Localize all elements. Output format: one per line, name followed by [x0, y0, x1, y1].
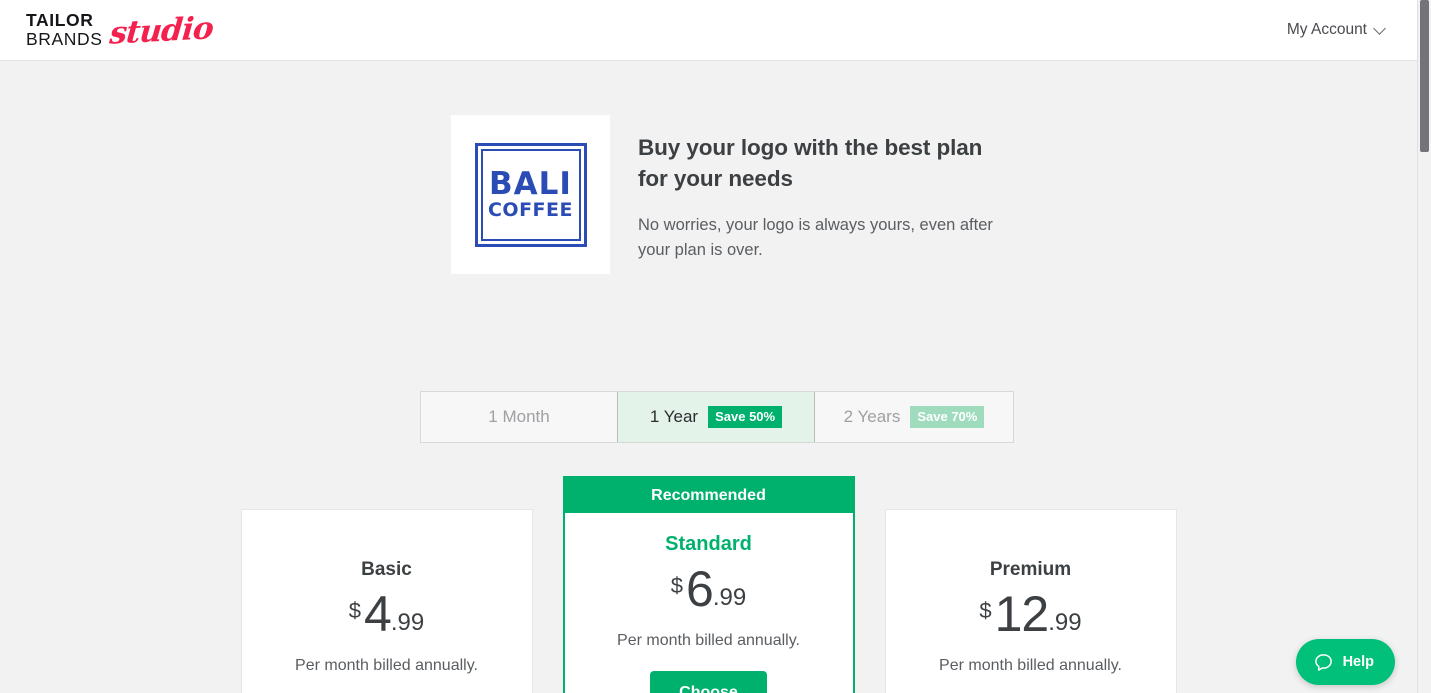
brand-logo-line2: BRANDS [26, 29, 103, 49]
logo-preview-line1: BALI [489, 166, 572, 202]
chat-bubble-icon [1314, 653, 1332, 671]
chevron-down-icon [1373, 21, 1386, 35]
page-subtitle: No worries, your logo is always yours, e… [638, 216, 993, 260]
period-option-2-years-badge: Save 70% [910, 406, 985, 428]
page-scrollbar[interactable] [1417, 0, 1431, 693]
period-option-2-years-label: 2 Years [843, 407, 901, 426]
brand-logo-wordmark: TAILOR BRANDS [26, 9, 103, 49]
plan-price-whole: 4 [364, 586, 392, 642]
plan-name-premium: Premium [989, 559, 1072, 580]
help-widget-button[interactable]: Help [1295, 639, 1395, 685]
brand-logo-script: studio [107, 9, 214, 52]
hero-text-block: Buy your logo with the best plan for you… [638, 115, 1018, 263]
period-option-1-year-label: 1 Year [649, 407, 699, 426]
plan-price-currency: $ [670, 573, 684, 598]
choose-button-standard[interactable]: Choose [650, 671, 767, 693]
plan-price-basic: $ 4 .99 [242, 589, 532, 639]
page-body: BALI COFFEE Buy your logo with the best … [0, 61, 1417, 693]
period-option-1-year[interactable]: 1 Year Save 50% [617, 392, 815, 442]
plan-price-whole: 12 [994, 586, 1050, 642]
scrollbar-thumb[interactable] [1420, 0, 1429, 152]
billing-period-toggle[interactable]: 1 Month 1 Year Save 50% 2 Years Save 70% [420, 391, 1014, 443]
plan-name-basic: Basic [361, 559, 412, 580]
logo-preview-line2: COFFEE [487, 199, 573, 221]
hero-section: BALI COFFEE Buy your logo with the best … [0, 61, 1417, 274]
period-option-1-month[interactable]: 1 Month [421, 392, 617, 442]
top-header: TAILOR BRANDS studio My Account [0, 0, 1417, 61]
logo-preview-card: BALI COFFEE [451, 115, 610, 274]
plan-billing-note-premium: Per month billed annually. [939, 657, 1122, 674]
plan-price-cents: .99 [390, 609, 425, 636]
plan-price-cents: .99 [712, 584, 747, 611]
plan-price-standard: $ 6 .99 [565, 564, 853, 614]
recommended-ribbon: Recommended [564, 478, 853, 513]
plan-price-currency: $ [979, 598, 992, 623]
brand-logo[interactable]: TAILOR BRANDS studio [26, 9, 214, 52]
period-option-1-month-label: 1 Month [488, 407, 550, 426]
plan-card-basic: Basic $ 4 .99 Per month billed annually.… [240, 509, 533, 693]
pricing-plans: Basic $ 4 .99 Per month billed annually.… [0, 476, 1417, 693]
my-account-menu[interactable]: My Account [1286, 21, 1386, 39]
plan-price-cents: .99 [1048, 609, 1082, 636]
my-account-label: My Account [1286, 21, 1367, 38]
plan-card-premium: Premium $ 12 .99 Per month billed annual… [884, 509, 1177, 693]
brand-logo-line1: TAILOR [26, 9, 94, 30]
plan-billing-note-basic: Per month billed annually. [295, 657, 478, 674]
plan-price-whole: 6 [686, 561, 714, 617]
period-option-2-years[interactable]: 2 Years Save 70% [815, 392, 1013, 442]
help-widget-label: Help [1342, 654, 1374, 670]
plan-name-standard: Standard [665, 533, 752, 555]
plan-billing-note-standard: Per month billed annually. [617, 632, 800, 649]
logo-preview-image: BALI COFFEE [474, 142, 587, 247]
period-option-1-year-badge: Save 50% [708, 406, 783, 428]
plan-price-currency: $ [348, 598, 362, 623]
plan-price-premium: $ 12 .99 [886, 589, 1176, 639]
page-title: Buy your logo with the best plan for you… [638, 135, 983, 192]
plan-card-standard: Recommended Standard $ 6 .99 Per month b… [562, 476, 855, 693]
